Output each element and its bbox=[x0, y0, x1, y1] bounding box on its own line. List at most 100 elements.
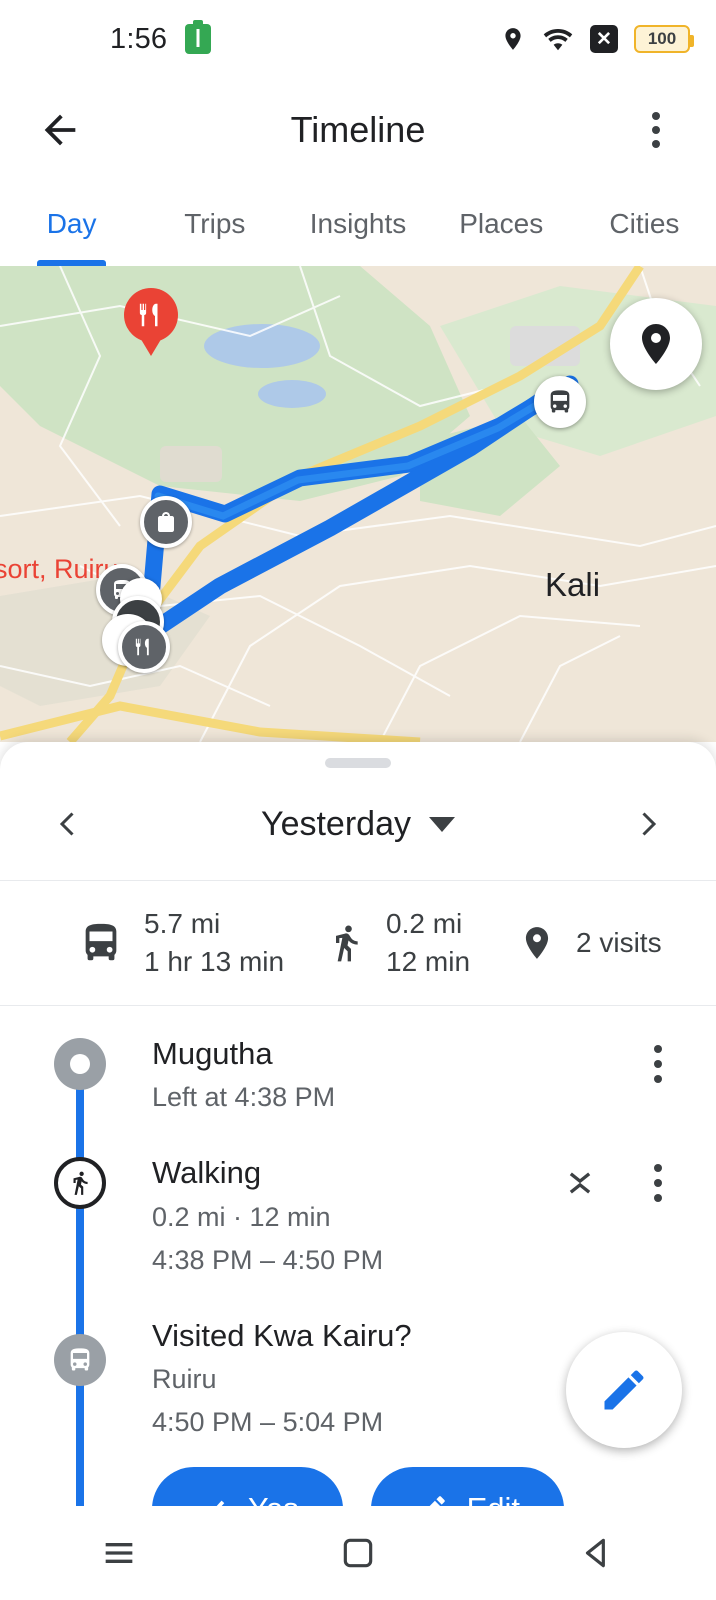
kebab-dot bbox=[654, 1194, 662, 1203]
day-stats: 5.7 mi 1 hr 13 min 0.2 mi 12 min 2 visit… bbox=[0, 881, 716, 1005]
map-view[interactable]: sort, Ruiru Kali Spur Mall Mugutha Ruiru… bbox=[0, 266, 716, 742]
cutlery-icon bbox=[135, 638, 149, 656]
shopping-bag-icon bbox=[158, 512, 174, 532]
kebab-dot bbox=[652, 126, 660, 134]
entry-subtitle: 0.2 mi · 12 min bbox=[152, 1201, 331, 1232]
stat-walking-distance: 0.2 mi bbox=[386, 908, 463, 940]
stat-walking-duration: 12 min bbox=[386, 946, 471, 977]
chevron-left-icon bbox=[59, 812, 74, 836]
stat-transit-duration: 1 hr 13 min bbox=[144, 946, 285, 977]
kebab-dot bbox=[652, 112, 660, 120]
stat-walking-text: 0.2 mi 12 min bbox=[386, 905, 470, 981]
arrow-back-icon bbox=[44, 114, 76, 146]
next-day-button[interactable] bbox=[624, 800, 672, 848]
previous-day-button[interactable] bbox=[44, 800, 92, 848]
system-back-button[interactable] bbox=[557, 1513, 637, 1593]
kebab-dot bbox=[654, 1045, 662, 1053]
tab-insights[interactable]: Insights bbox=[286, 182, 429, 266]
system-nav-bar bbox=[0, 1506, 716, 1600]
place-dot-icon bbox=[54, 1038, 106, 1090]
wifi-icon bbox=[543, 29, 573, 51]
tab-day[interactable]: Day bbox=[0, 182, 143, 266]
shopping-marker[interactable] bbox=[140, 496, 192, 548]
trip-pin-marker[interactable] bbox=[124, 288, 178, 342]
kebab-dot bbox=[652, 140, 660, 148]
cutlery-icon bbox=[139, 303, 158, 327]
stat-transit-distance: 5.7 mi bbox=[144, 908, 221, 940]
triangle-back-icon bbox=[585, 1538, 605, 1568]
date-selector[interactable]: Yesterday bbox=[0, 805, 716, 844]
stat-walking: 0.2 mi 12 min bbox=[326, 905, 518, 981]
bus-glyph-icon bbox=[70, 1348, 90, 1371]
entry-title: Visited Kwa Kairu? bbox=[152, 1318, 412, 1354]
battery-icon: 100 bbox=[634, 25, 694, 53]
bus-icon bbox=[85, 923, 117, 961]
kebab-dot bbox=[654, 1179, 662, 1188]
entry-subtitle: Left at 4:38 PM bbox=[152, 1082, 336, 1113]
battery-saver-icon bbox=[185, 24, 212, 54]
trip-marker-bottom[interactable] bbox=[118, 621, 170, 673]
location-icon bbox=[505, 28, 521, 50]
menu-icon bbox=[105, 1543, 133, 1563]
entry-timerange: 4:38 PM – 4:50 PM bbox=[152, 1244, 384, 1275]
app-bar: Timeline bbox=[0, 78, 716, 182]
list-item[interactable]: Walking 0.2 mi · 12 min 4:38 PM – 4:50 P… bbox=[0, 1135, 716, 1298]
place-pin-icon bbox=[642, 324, 670, 364]
battery-percent: 100 bbox=[647, 29, 677, 48]
stat-transit: 5.7 mi 1 hr 13 min bbox=[78, 905, 326, 981]
stat-transit-text: 5.7 mi 1 hr 13 min bbox=[144, 905, 284, 981]
kebab-dot bbox=[654, 1164, 662, 1173]
location-fab[interactable] bbox=[610, 298, 702, 390]
entry-body: Walking 0.2 mi · 12 min 4:38 PM – 4:50 P… bbox=[152, 1153, 554, 1280]
bus-stop-marker[interactable] bbox=[534, 376, 586, 428]
list-item[interactable]: Mugutha Left at 4:38 PM bbox=[0, 1016, 716, 1135]
date-label: Yesterday bbox=[261, 804, 411, 843]
home-square-icon bbox=[343, 1538, 373, 1568]
recents-button[interactable] bbox=[79, 1513, 159, 1593]
walking-icon bbox=[54, 1157, 106, 1210]
chevron-down-icon bbox=[428, 816, 455, 832]
page-title: Timeline bbox=[290, 109, 426, 150]
back-button[interactable] bbox=[32, 102, 88, 158]
edit-fab[interactable] bbox=[566, 1332, 682, 1448]
chevron-right-icon bbox=[642, 812, 657, 836]
kebab-dot bbox=[654, 1060, 662, 1068]
sheet-drag-handle[interactable] bbox=[325, 758, 391, 768]
collapse-icon bbox=[569, 1172, 591, 1194]
place-pin-icon bbox=[525, 927, 549, 959]
date-navigator: Yesterday bbox=[0, 768, 716, 880]
entry-subtitle: Ruiru bbox=[152, 1364, 217, 1395]
status-bar: 1:56 ✕ 100 bbox=[0, 0, 716, 78]
tab-bar: Day Trips Insights Places Cities bbox=[0, 182, 716, 266]
entry-menu-button[interactable] bbox=[636, 1042, 680, 1086]
tab-cities[interactable]: Cities bbox=[573, 182, 716, 266]
home-button[interactable] bbox=[318, 1513, 398, 1593]
collapse-button[interactable] bbox=[554, 1161, 606, 1205]
entry-actions bbox=[636, 1034, 716, 1117]
stat-visits: 2 visits bbox=[518, 920, 662, 966]
kebab-dot bbox=[654, 1075, 662, 1083]
entry-actions bbox=[554, 1153, 716, 1280]
entry-body: Mugutha Left at 4:38 PM bbox=[152, 1034, 636, 1117]
map-label-kali: Kali bbox=[545, 566, 601, 603]
entry-timerange: 4:50 PM – 5:04 PM bbox=[152, 1407, 384, 1438]
map-background bbox=[0, 266, 716, 742]
tab-trips[interactable]: Trips bbox=[143, 182, 286, 266]
entry-menu-button[interactable] bbox=[636, 1161, 680, 1205]
walking-glyph-icon bbox=[73, 1172, 88, 1196]
bus-icon bbox=[550, 390, 570, 413]
entry-title: Walking bbox=[152, 1155, 262, 1191]
x-badge-icon: ✕ bbox=[590, 25, 618, 53]
walking-icon bbox=[336, 925, 358, 962]
status-icons: ✕ 100 bbox=[500, 24, 694, 54]
tab-places[interactable]: Places bbox=[430, 182, 573, 266]
status-time: 1:56 bbox=[110, 22, 168, 55]
bottom-sheet: Yesterday 5.7 mi 1 hr 13 min 0.2 mi 12 m… bbox=[0, 742, 716, 1600]
entry-title: Mugutha bbox=[152, 1036, 273, 1071]
timeline-list: Mugutha Left at 4:38 PM Walking 0.2 mi ·… bbox=[0, 1006, 716, 1569]
phone-screen: 1:56 ✕ 100 Timeline Day Trips Insights P… bbox=[0, 0, 716, 1600]
pencil-icon bbox=[604, 1370, 644, 1410]
bus-icon bbox=[54, 1334, 106, 1387]
overflow-menu-button[interactable] bbox=[628, 102, 684, 158]
stat-visits-text: 2 visits bbox=[576, 927, 662, 959]
